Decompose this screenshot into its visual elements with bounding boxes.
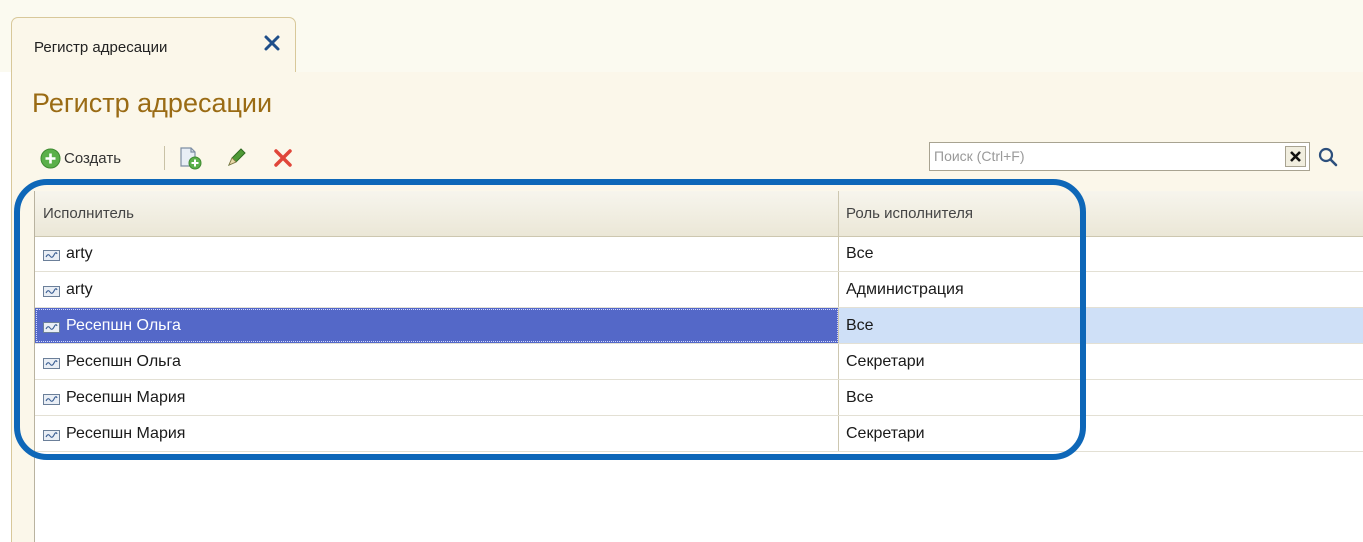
page-title: Регистр адресации <box>32 88 273 118</box>
delete-icon[interactable] <box>270 145 296 171</box>
table-row[interactable]: Ресепшн Мария Все <box>35 380 1363 416</box>
executor-cell[interactable]: Ресепшн Мария <box>35 416 839 451</box>
column-header-role[interactable]: Роль исполнителя <box>839 191 1363 236</box>
column-header-executor[interactable]: Исполнитель <box>35 191 839 236</box>
executor-cell[interactable]: Ресепшн Мария <box>35 380 839 415</box>
search-icon[interactable] <box>1315 144 1341 170</box>
executor-cell[interactable]: arty <box>35 272 839 307</box>
table-row[interactable]: arty Администрация <box>35 272 1363 308</box>
executor-cell[interactable]: Ресепшн Ольга <box>35 308 839 343</box>
role-name: Все <box>846 388 874 406</box>
table-row[interactable]: Ресепшн Мария Секретари <box>35 416 1363 452</box>
role-name: Секретари <box>846 424 925 442</box>
executor-name: arty <box>66 280 93 298</box>
role-cell[interactable]: Секретари <box>839 416 1363 451</box>
clear-icon[interactable] <box>1285 146 1306 167</box>
executor-name: Ресепшн Мария <box>66 388 186 406</box>
role-cell[interactable]: Секретари <box>839 344 1363 379</box>
role-name: Все <box>846 244 874 262</box>
pencil-icon[interactable] <box>223 145 249 171</box>
role-cell[interactable]: Все <box>839 308 1363 343</box>
table-row[interactable]: arty Все <box>35 236 1363 272</box>
toolbar-separator <box>164 146 165 170</box>
user-record-icon <box>43 320 60 333</box>
executor-name: Ресепшн Мария <box>66 424 186 442</box>
search-input[interactable] <box>930 143 1278 168</box>
executor-name: arty <box>66 244 93 262</box>
executor-name: Ресепшн Ольга <box>66 316 181 334</box>
role-name: Секретари <box>846 352 925 370</box>
close-icon[interactable] <box>261 32 283 54</box>
role-cell[interactable]: Все <box>839 380 1363 415</box>
create-button[interactable]: Создать <box>40 145 121 171</box>
search-field <box>929 142 1310 171</box>
executor-cell[interactable]: Ресепшн Ольга <box>35 344 839 379</box>
register-table: Исполнитель Роль исполнителя arty Все arty… <box>34 191 1363 542</box>
table-header: Исполнитель Роль исполнителя <box>35 191 1363 237</box>
role-cell[interactable]: Все <box>839 236 1363 271</box>
plus-icon <box>40 148 61 169</box>
user-record-icon <box>43 284 60 297</box>
role-cell[interactable]: Администрация <box>839 272 1363 307</box>
user-record-icon <box>43 392 60 405</box>
user-record-icon <box>43 248 60 261</box>
create-label: Создать <box>64 149 122 167</box>
executor-name: Ресепшн Ольга <box>66 352 181 370</box>
executor-cell[interactable]: arty <box>35 236 839 271</box>
user-record-icon <box>43 428 60 441</box>
copy-document-icon[interactable] <box>177 145 203 171</box>
user-record-icon <box>43 356 60 369</box>
table-row[interactable]: Ресепшн Ольга Секретари <box>35 344 1363 380</box>
role-name: Администрация <box>846 280 964 298</box>
role-name: Все <box>846 316 874 334</box>
tab-register[interactable]: Регистр адресации <box>11 17 296 73</box>
tab-label: Регистр адресации <box>34 39 168 56</box>
table-row[interactable]: Ресепшн Ольга Все <box>35 308 1363 344</box>
